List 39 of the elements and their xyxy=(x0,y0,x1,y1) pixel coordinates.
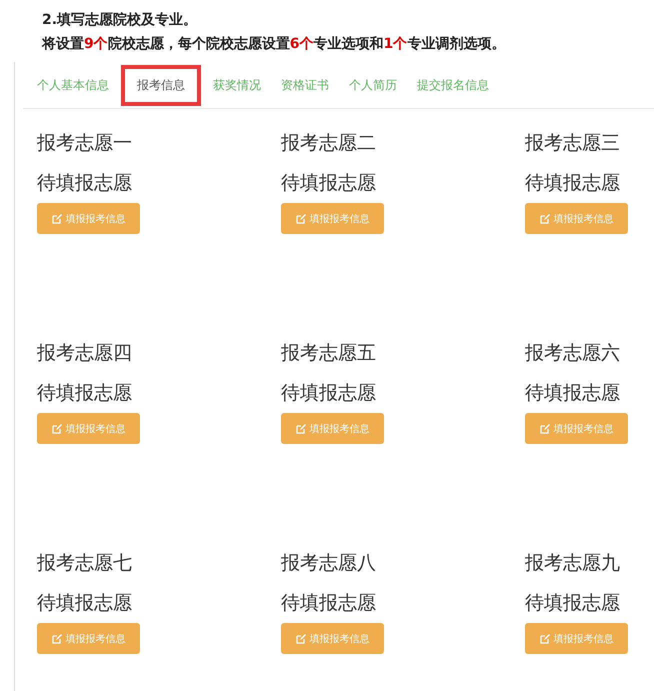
choice-title: 报考志愿一 xyxy=(37,131,132,155)
choice-title: 报考志愿八 xyxy=(281,551,376,575)
choice-title: 报考志愿三 xyxy=(525,131,620,155)
fill-in-button[interactable]: 填报报考信息 xyxy=(37,203,140,234)
choice-status: 待填报志愿 xyxy=(37,591,132,615)
fill-in-button[interactable]: 填报报考信息 xyxy=(525,623,628,654)
fill-in-button[interactable]: 填报报考信息 xyxy=(37,413,140,444)
choice-status: 待填报志愿 xyxy=(281,591,376,615)
choice-status: 待填报志愿 xyxy=(281,381,376,405)
choice-status: 待填报志愿 xyxy=(525,591,620,615)
fill-in-button[interactable]: 填报报考信息 xyxy=(281,413,384,444)
fill-in-button[interactable]: 填报报考信息 xyxy=(525,203,628,234)
choice-status: 待填报志愿 xyxy=(525,171,620,195)
edit-icon xyxy=(296,424,306,434)
instruction-heading: 2.填写志愿院校及专业。 xyxy=(42,11,198,30)
instruction-text: 将设置9个院校志愿，每个院校志愿设置6个专业选项和1个专业调剂选项。 xyxy=(40,35,506,54)
edit-icon xyxy=(52,424,62,434)
edit-icon xyxy=(52,214,62,224)
edit-icon xyxy=(52,634,62,644)
choice-status: 待填报志愿 xyxy=(37,381,132,405)
edit-icon xyxy=(540,214,550,224)
fill-in-button[interactable]: 填报报考信息 xyxy=(281,623,384,654)
edit-icon xyxy=(296,634,306,644)
choice-title: 报考志愿六 xyxy=(525,341,620,365)
choice-status: 待填报志愿 xyxy=(281,171,376,195)
choice-title: 报考志愿四 xyxy=(37,341,132,365)
edit-icon xyxy=(296,214,306,224)
choice-title: 报考志愿九 xyxy=(525,551,620,575)
choice-title: 报考志愿二 xyxy=(281,131,376,155)
fill-in-button[interactable]: 填报报考信息 xyxy=(281,203,384,234)
choice-status: 待填报志愿 xyxy=(37,171,132,195)
choice-title: 报考志愿七 xyxy=(37,551,132,575)
tab[interactable]: 报考信息 xyxy=(121,64,201,106)
edit-icon xyxy=(540,634,550,644)
edit-icon xyxy=(540,424,550,434)
choice-title: 报考志愿五 xyxy=(281,341,376,365)
fill-in-button[interactable]: 填报报考信息 xyxy=(37,623,140,654)
choice-status: 待填报志愿 xyxy=(525,381,620,405)
fill-in-button[interactable]: 填报报考信息 xyxy=(525,413,628,444)
